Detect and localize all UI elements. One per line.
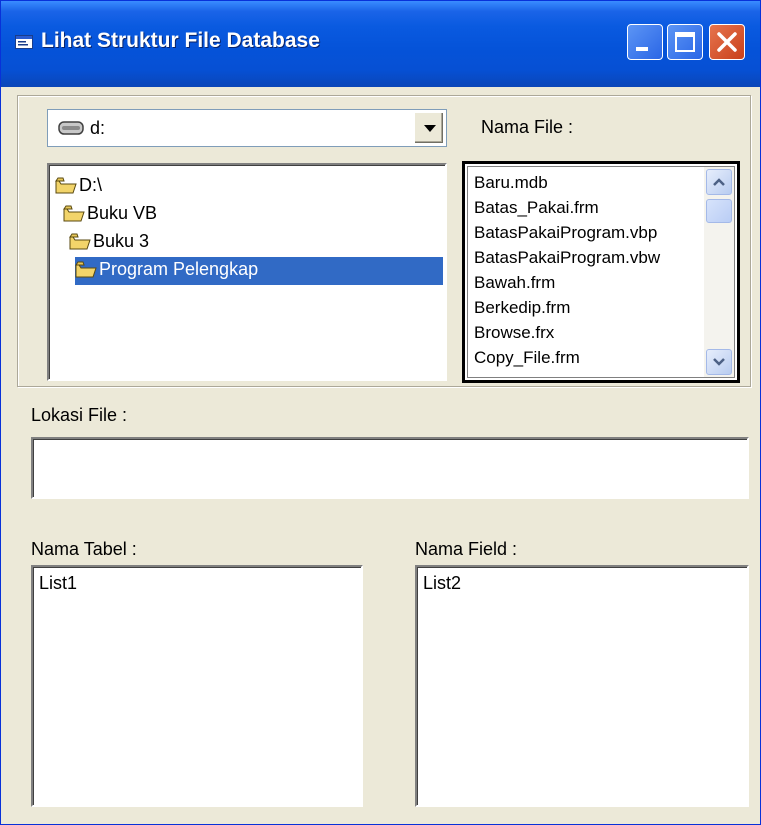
drive-value: d: [90, 118, 106, 138]
file-item[interactable]: Browse.frx [474, 323, 554, 348]
minimize-icon [636, 47, 648, 51]
window-title: Lihat Struktur File Database [41, 29, 320, 52]
drive-combobox[interactable]: d: [47, 109, 447, 147]
close-button[interactable] [709, 24, 745, 60]
file-item[interactable]: Baru.mdb [474, 173, 548, 198]
file-item[interactable]: Copy_File.frm [474, 348, 580, 373]
file-item[interactable]: BatasPakaiProgram.vbw [474, 248, 660, 273]
file-item[interactable]: Batas_Pakai.frm [474, 198, 599, 223]
scroll-down-button[interactable] [706, 349, 732, 375]
file-item[interactable]: Berkedip.frm [474, 298, 570, 323]
client-area: d: Nama File : D:\ Buku VB Buku 3 Progra… [1, 87, 760, 824]
chevron-up-icon [713, 178, 725, 186]
file-item[interactable]: Bawah.frm [474, 273, 555, 298]
open-folder-icon [69, 233, 91, 256]
maximize-icon [675, 32, 695, 52]
drive-icon [58, 121, 84, 140]
close-icon [717, 32, 737, 52]
title-bar[interactable]: Lihat Struktur File Database [1, 1, 760, 87]
dir-item-program-pelengkap[interactable]: Program Pelengkap [75, 257, 443, 285]
open-folder-icon [55, 177, 77, 200]
drive-dropdown-button[interactable] [414, 112, 444, 144]
open-folder-icon [75, 261, 97, 284]
directory-list[interactable]: D:\ Buku VB Buku 3 Program Pelengkap [47, 163, 447, 381]
chevron-down-icon [713, 358, 725, 366]
file-list-inner: Baru.mdb Batas_Pakai.frm BatasPakaiProgr… [467, 166, 735, 378]
open-folder-icon [63, 205, 85, 228]
file-list[interactable]: Baru.mdb Batas_Pakai.frm BatasPakaiProgr… [462, 161, 740, 383]
file-item[interactable]: BatasPakaiProgram.vbp [474, 223, 657, 248]
scroll-up-button[interactable] [706, 169, 732, 195]
file-list-scrollbar[interactable] [704, 167, 734, 377]
field-list-placeholder: List2 [423, 573, 462, 593]
maximize-button[interactable] [667, 24, 703, 60]
minimize-button[interactable] [627, 24, 663, 60]
lokasi-file-field[interactable] [31, 437, 749, 499]
tabel-list-placeholder: List1 [39, 573, 78, 593]
chevron-down-icon [424, 125, 436, 132]
nama-file-label: Nama File : [481, 117, 574, 137]
form-icon[interactable] [15, 35, 33, 49]
nama-tabel-label: Nama Tabel : [31, 539, 137, 559]
tabel-listbox[interactable]: List1 [31, 565, 363, 807]
main-window: Lihat Struktur File Database d: Nama Fil… [0, 0, 761, 825]
field-listbox[interactable]: List2 [415, 565, 749, 807]
lokasi-file-label: Lokasi File : [31, 405, 128, 425]
scroll-thumb[interactable] [706, 199, 732, 223]
nama-field-label: Nama Field : [415, 539, 518, 559]
